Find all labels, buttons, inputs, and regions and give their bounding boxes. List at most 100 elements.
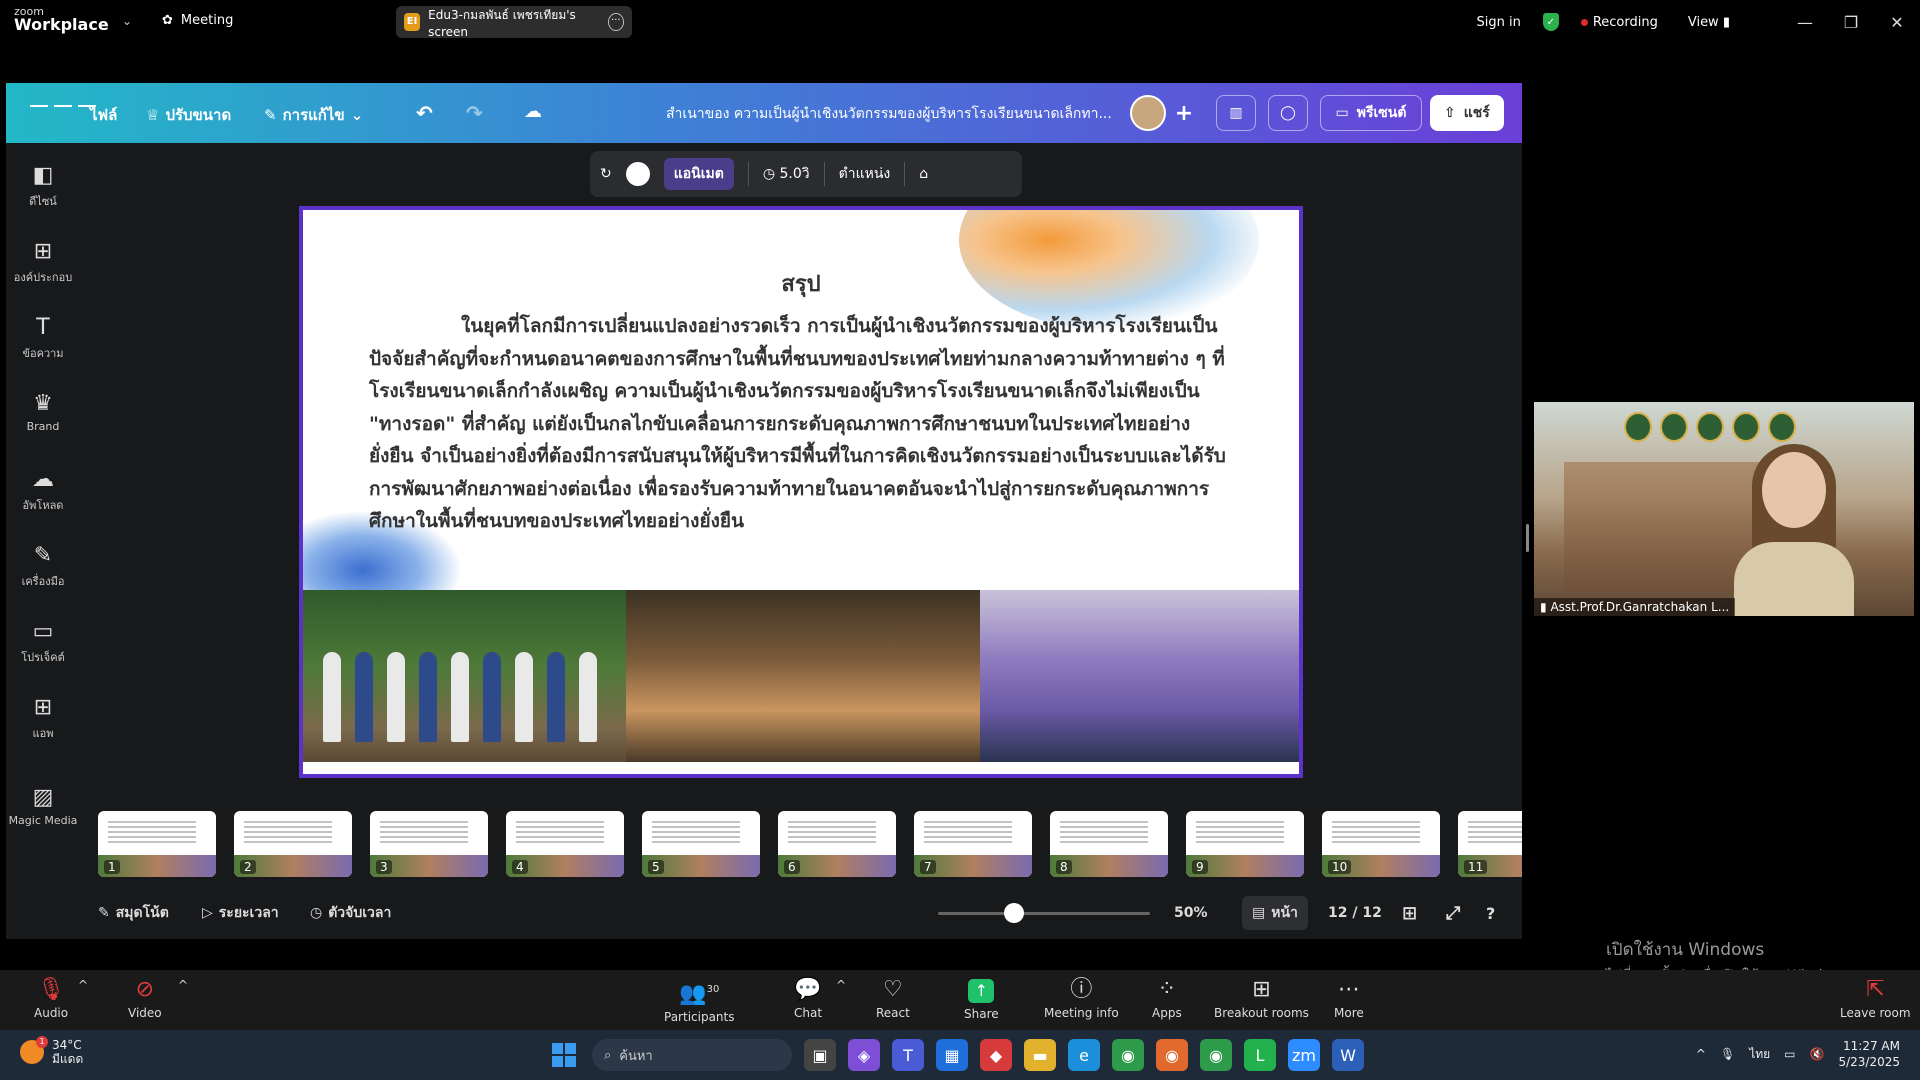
page-thumbnail[interactable]: 3: [370, 811, 488, 877]
page-thumbnail[interactable]: 7: [914, 811, 1032, 877]
collaborator-avatar[interactable]: [1130, 95, 1166, 131]
insights-chart-icon[interactable]: ▥: [1216, 95, 1256, 131]
panel-resize-handle[interactable]: [1526, 524, 1529, 552]
chat-options-caret-icon[interactable]: ^: [836, 978, 846, 992]
recording-indicator[interactable]: Recording: [1580, 15, 1658, 30]
help-icon[interactable]: ?: [1486, 904, 1495, 923]
grid-view-icon[interactable]: ⊞: [1402, 903, 1417, 924]
page-thumbnail[interactable]: 11: [1458, 811, 1522, 877]
share-screen-button[interactable]: ↑ Share: [964, 978, 999, 1021]
chrome-icon[interactable]: ◉: [1112, 1039, 1144, 1071]
chrome-profile-icon[interactable]: ◉: [1200, 1039, 1232, 1071]
firefox-icon[interactable]: ◉: [1156, 1039, 1188, 1071]
chevron-up-icon[interactable]: ^: [1696, 1047, 1706, 1061]
microphone-icon[interactable]: 🎙: [1720, 1047, 1735, 1061]
rail-item-text[interactable]: T ข้อความ: [6, 315, 80, 362]
network-icon[interactable]: ▭: [1784, 1047, 1795, 1061]
rail-item-magic-media[interactable]: ▨ Magic Media: [6, 785, 80, 827]
resize-menu[interactable]: ♕ ปรับขนาด: [146, 103, 231, 127]
color-swatch[interactable]: [625, 162, 650, 186]
zoom-icon[interactable]: zm: [1288, 1039, 1320, 1071]
input-language[interactable]: ไทย: [1749, 1045, 1770, 1064]
page-thumbnail[interactable]: 10: [1322, 811, 1440, 877]
rail-item-design[interactable]: ◧ ดีไซน์: [6, 163, 80, 210]
more-button[interactable]: ⋯ More: [1334, 978, 1364, 1021]
students-photo[interactable]: [303, 590, 626, 762]
shared-screen-pill[interactable]: EI Edu3-กมลพันธ์ เพชรเทียม's screen ···: [396, 6, 632, 39]
position-button[interactable]: ตำแหน่ง: [839, 163, 891, 185]
page-thumbnail[interactable]: 5: [642, 811, 760, 877]
share-button[interactable]: ⇧ แชร์: [1430, 95, 1504, 131]
line-icon[interactable]: L: [1244, 1039, 1276, 1071]
slide-body-text[interactable]: ในยุคที่โลกมีการเปลี่ยนแปลงอย่างรวดเร็ว …: [369, 310, 1229, 538]
meeting-menu[interactable]: ✿ Meeting: [162, 13, 233, 28]
store-icon[interactable]: ▦: [936, 1039, 968, 1071]
page-thumbnail[interactable]: 6: [778, 811, 896, 877]
page-thumbnail[interactable]: 8: [1050, 811, 1168, 877]
timer-button[interactable]: ◷ ตัวจับเวลา: [310, 902, 391, 924]
security-shield-icon[interactable]: ✓: [1542, 13, 1559, 31]
meeting-info-button[interactable]: ⓘ Meeting info: [1044, 978, 1119, 1021]
duration-button[interactable]: ◷ 5.0วิ: [763, 163, 810, 185]
fullscreen-icon[interactable]: ⤢: [1446, 903, 1460, 924]
add-collaborator-icon[interactable]: +: [1170, 95, 1198, 131]
weather-widget[interactable]: 1 34°C มีแดด: [20, 1036, 83, 1066]
participant-video-tile[interactable]: ▮ Asst.Prof.Dr.Ganratchakan L...: [1534, 402, 1914, 616]
present-button[interactable]: ▭ พรีเซนต์: [1320, 95, 1422, 131]
file-explorer-icon[interactable]: ▬: [1024, 1039, 1056, 1071]
start-windows-icon[interactable]: [548, 1039, 580, 1071]
page-counter[interactable]: 12 / 12: [1328, 905, 1382, 921]
video-button[interactable]: ⊘ Video: [128, 978, 162, 1021]
video-options-caret-icon[interactable]: ^: [178, 978, 188, 992]
zoom-slider-knob[interactable]: [1003, 903, 1024, 923]
edge-icon[interactable]: e: [1068, 1039, 1100, 1071]
animate-button[interactable]: แอนิเมต: [663, 158, 734, 190]
page-thumbnail[interactable]: 2: [234, 811, 352, 877]
page-thumbnail[interactable]: 1: [98, 811, 216, 877]
more-options-icon[interactable]: ···: [607, 13, 625, 31]
restore-icon[interactable]: ❐: [1828, 13, 1874, 32]
slide-photo-strip[interactable]: [303, 590, 1299, 762]
edit-menu[interactable]: ✎ การแก้ไข ⌄: [264, 103, 363, 127]
react-button[interactable]: ♡ React: [876, 978, 910, 1021]
sign-in-link[interactable]: Sign in: [1476, 15, 1520, 30]
task-view-icon[interactable]: ▣: [804, 1039, 836, 1071]
document-title[interactable]: สำเนาของ ความเป็นผู้นำเชิงนวัตกรรมของผู้…: [666, 103, 1112, 125]
redo-icon[interactable]: ↷: [466, 101, 483, 125]
close-icon[interactable]: ✕: [1874, 13, 1920, 32]
anydesk-icon[interactable]: ◆: [980, 1039, 1012, 1071]
rail-item-apps[interactable]: ⊞ แอพ: [6, 695, 80, 742]
rail-item-tools[interactable]: ✎ เครื่องมือ: [6, 543, 80, 590]
zoom-slider-track[interactable]: [938, 912, 1150, 915]
file-menu[interactable]: ไฟล์: [90, 103, 117, 127]
audio-button[interactable]: 🎙 Audio: [34, 978, 68, 1021]
apps-button[interactable]: ⁘ Apps: [1152, 978, 1182, 1021]
slide-canvas[interactable]: สรุป ในยุคที่โลกมีการเปลี่ยนแปลงอย่างรวด…: [299, 206, 1303, 778]
zoom-percentage[interactable]: 50%: [1174, 905, 1208, 921]
minimize-icon[interactable]: —: [1782, 13, 1828, 32]
cloud-saved-icon[interactable]: ☁: [524, 101, 542, 122]
hamburger-menu-icon[interactable]: [30, 101, 96, 111]
page-thumbnail[interactable]: 4: [506, 811, 624, 877]
zoom-workplace-logo[interactable]: zoom Workplace: [14, 6, 109, 33]
copilot-icon[interactable]: ◈: [848, 1039, 880, 1071]
teams-icon[interactable]: T: [892, 1039, 924, 1071]
taskbar-search[interactable]: ⌕ ค้นหา: [592, 1039, 792, 1071]
timeline-button[interactable]: ▷ ระยะเวลา: [202, 902, 279, 924]
children-waving-photo[interactable]: [626, 590, 980, 762]
comment-icon[interactable]: ◯: [1268, 95, 1308, 131]
rail-item-upload[interactable]: ☁ อัพโหลด: [6, 467, 80, 514]
view-menu[interactable]: View ▮: [1688, 15, 1730, 30]
volume-muted-icon[interactable]: 🔇: [1810, 1047, 1825, 1061]
paint-roller-icon[interactable]: ⌂: [919, 166, 928, 182]
leave-room-button[interactable]: ⇱ Leave room: [1840, 978, 1911, 1021]
rail-item-brand[interactable]: ♛ Brand: [6, 391, 80, 433]
chevron-down-icon[interactable]: ⌄: [122, 14, 132, 28]
classroom-photo[interactable]: [980, 590, 1299, 762]
word-icon[interactable]: W: [1332, 1039, 1364, 1071]
refresh-icon[interactable]: ↻: [600, 166, 612, 182]
chat-button[interactable]: 💬 Chat: [794, 978, 822, 1021]
breakout-rooms-button[interactable]: ⊞ Breakout rooms: [1214, 978, 1309, 1021]
rail-item-projects[interactable]: ▭ โปรเจ็คต์: [6, 619, 80, 666]
taskbar-clock[interactable]: 11:27 AM 5/23/2025: [1838, 1038, 1900, 1070]
